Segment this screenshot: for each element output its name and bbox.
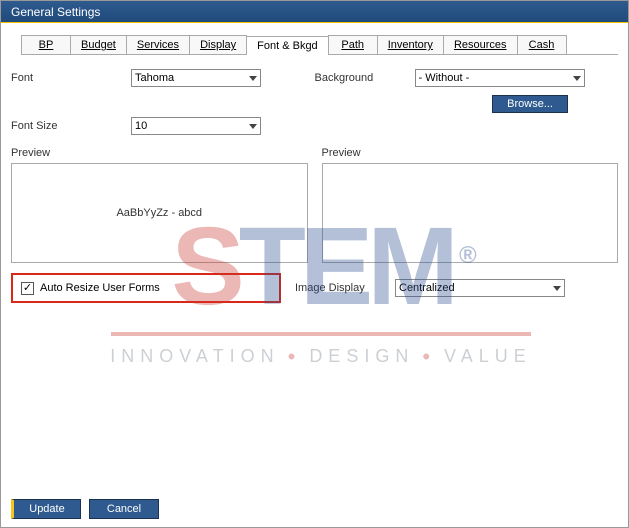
auto-resize-label: Auto Resize User Forms xyxy=(40,282,160,294)
chevron-down-icon xyxy=(249,124,257,129)
auto-resize-highlight: ✓ Auto Resize User Forms xyxy=(11,273,281,303)
update-button[interactable]: Update xyxy=(11,499,81,519)
tab-path[interactable]: Path xyxy=(328,35,378,54)
browse-button[interactable]: Browse... xyxy=(492,95,568,113)
background-preview-box xyxy=(322,163,619,263)
tab-inventory[interactable]: Inventory xyxy=(377,35,444,54)
chevron-down-icon xyxy=(553,286,561,291)
font-value: Tahoma xyxy=(135,72,174,84)
chevron-down-icon xyxy=(573,76,581,81)
image-display-label: Image Display xyxy=(295,282,395,294)
tab-services[interactable]: Services xyxy=(126,35,190,54)
background-select[interactable]: - Without - xyxy=(415,69,585,87)
watermark-tag2: DESIGN xyxy=(309,346,414,366)
font-preview-box: AaBbYyZz - abcd xyxy=(11,163,308,263)
tabs: BP Budget Services Display Font & Bkgd P… xyxy=(21,35,618,55)
watermark-tag1: INNOVATION xyxy=(110,346,279,366)
auto-resize-checkbox[interactable]: ✓ xyxy=(21,282,34,295)
general-settings-window: General Settings STEM® INNOVATION•DESIGN… xyxy=(0,0,629,528)
window-title: General Settings xyxy=(1,1,628,23)
chevron-down-icon xyxy=(249,76,257,81)
content-area: STEM® INNOVATION•DESIGN•VALUE BP Budget … xyxy=(1,23,628,497)
font-select[interactable]: Tahoma xyxy=(131,69,261,87)
font-size-label: Font Size xyxy=(11,120,131,132)
preview-label-left: Preview xyxy=(11,147,308,159)
image-display-value: Centralized xyxy=(399,282,455,294)
image-display-select[interactable]: Centralized xyxy=(395,279,565,297)
tab-budget[interactable]: Budget xyxy=(70,35,127,54)
tab-bp[interactable]: BP xyxy=(21,35,71,54)
watermark-tag3: VALUE xyxy=(444,346,532,366)
background-label: Background xyxy=(315,72,415,84)
background-value: - Without - xyxy=(419,72,470,84)
tab-resources[interactable]: Resources xyxy=(443,35,518,54)
font-label: Font xyxy=(11,72,131,84)
preview-sample-text: AaBbYyZz - abcd xyxy=(116,207,202,219)
tab-cash[interactable]: Cash xyxy=(517,35,567,54)
cancel-button[interactable]: Cancel xyxy=(89,499,159,519)
font-size-value: 10 xyxy=(135,120,147,132)
font-size-select[interactable]: 10 xyxy=(131,117,261,135)
tab-display[interactable]: Display xyxy=(189,35,247,54)
footer-buttons: Update Cancel xyxy=(11,499,159,519)
tab-font-bkgd[interactable]: Font & Bkgd xyxy=(246,36,329,55)
preview-label-right: Preview xyxy=(322,147,619,159)
